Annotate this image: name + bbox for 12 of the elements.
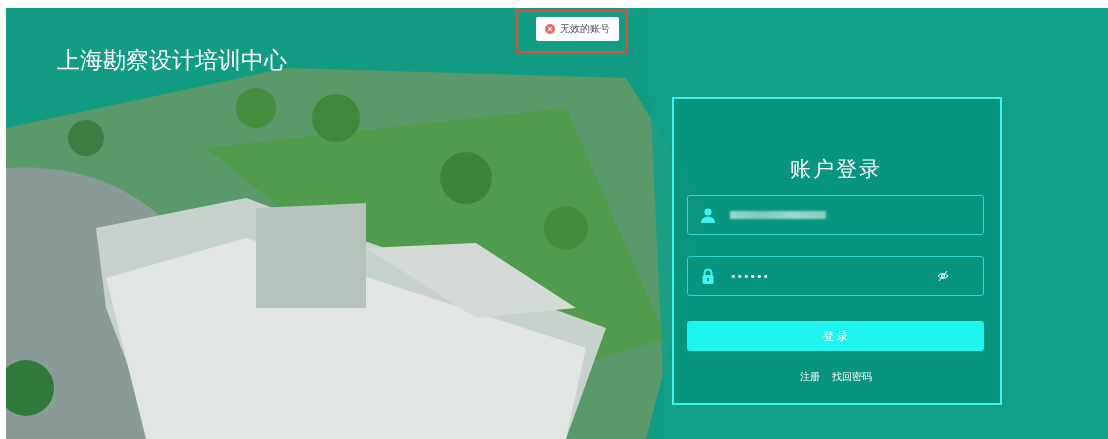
error-icon [545,24,555,34]
toast-message: 无效的账号 [560,22,610,36]
lock-icon [700,268,716,284]
site-title: 上海勘察设计培训中心 [57,46,287,75]
link[interactable]: 注册 [799,370,820,384]
password-field[interactable]: •••••• [687,256,984,296]
username-field[interactable] [687,195,984,235]
link[interactable]: 找回密码 [831,370,872,384]
user-icon [700,207,716,223]
password-input[interactable]: •••••• [730,269,923,283]
login-heading: 账户登录 [788,156,883,183]
eye-slash-icon[interactable] [937,270,949,282]
